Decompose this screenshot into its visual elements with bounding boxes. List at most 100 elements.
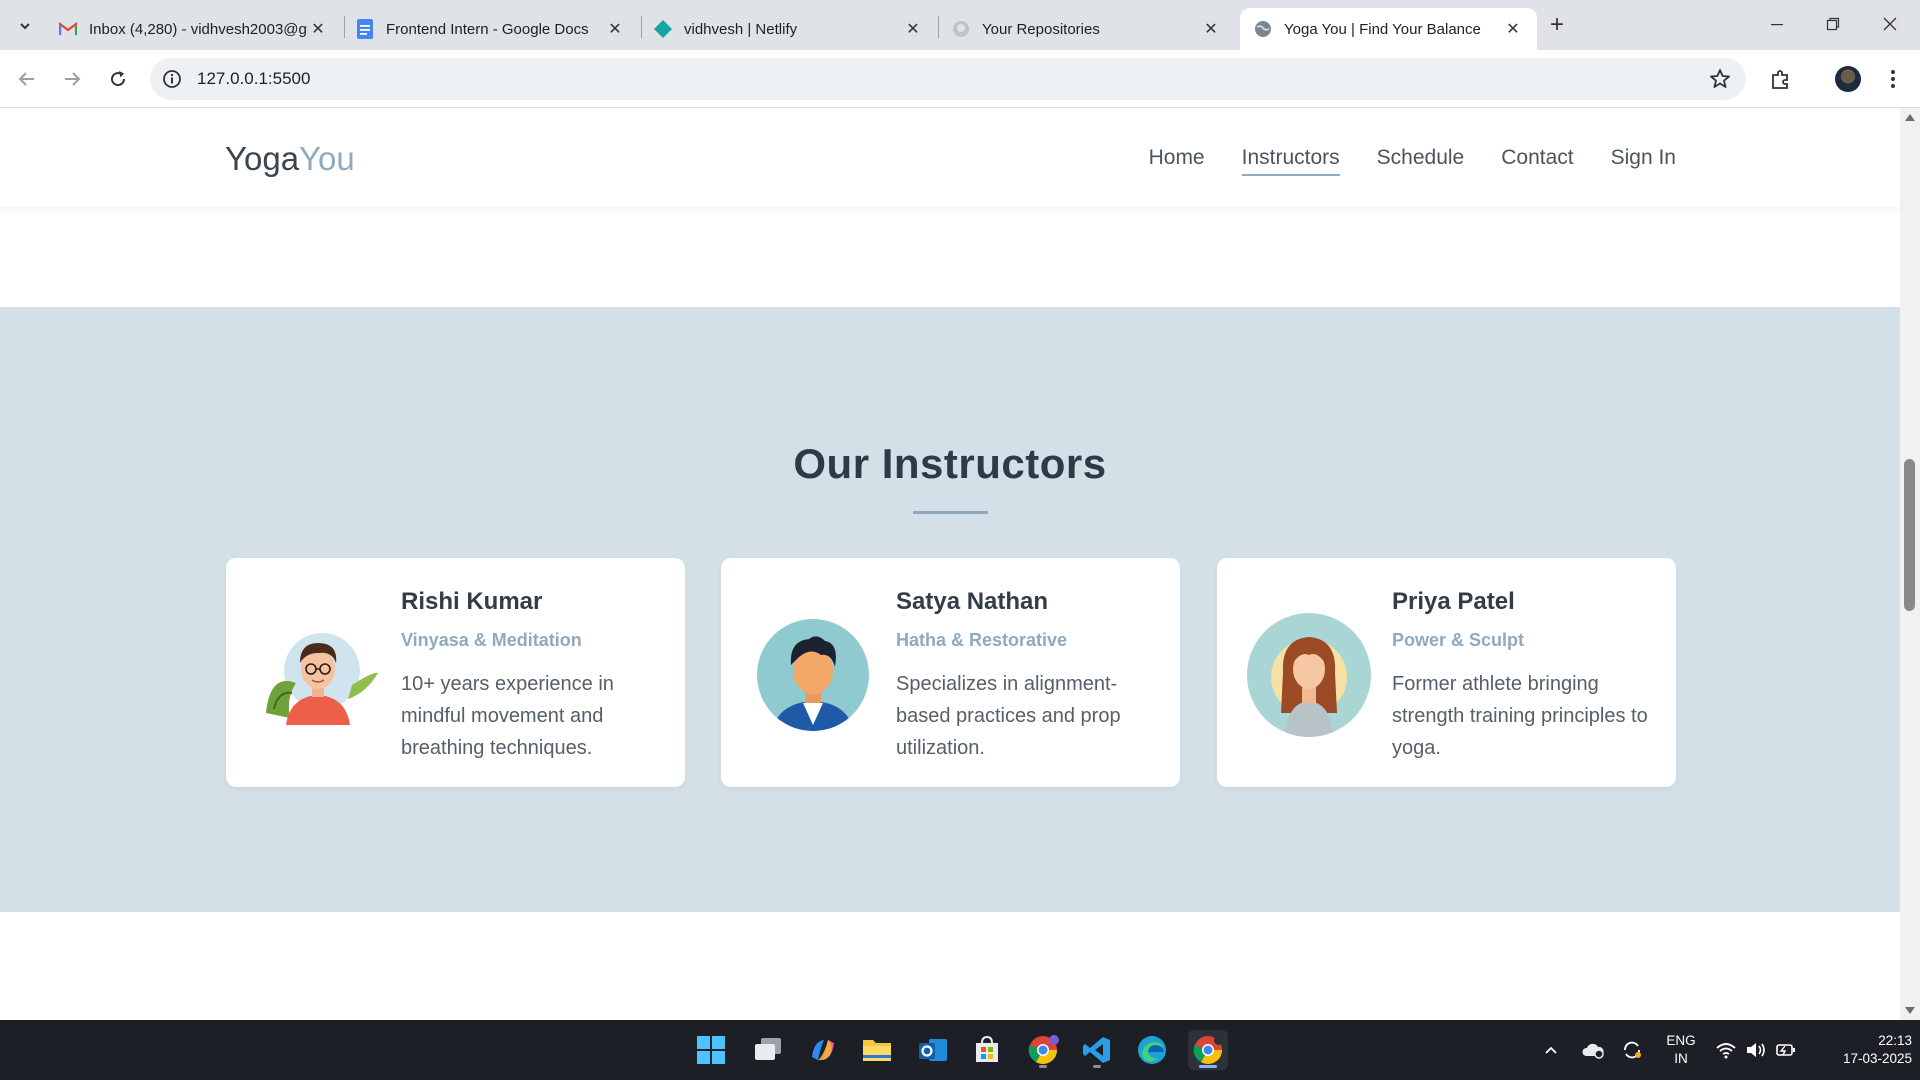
instructor-card: Rishi Kumar Vinyasa & Meditation 10+ yea… — [226, 558, 685, 787]
scroll-down-arrow-icon[interactable] — [1904, 1004, 1916, 1016]
nav-link-instructors[interactable]: Instructors — [1241, 146, 1340, 176]
cloud-sync-icon — [1582, 1043, 1604, 1059]
site-header: YogaYou Home Instructors Schedule Contac… — [0, 108, 1900, 207]
nav-link-schedule[interactable]: Schedule — [1377, 146, 1465, 176]
instructor-name: Priya Patel — [1392, 588, 1515, 615]
gmail-icon — [59, 20, 77, 38]
instructor-card: Priya Patel Power & Sculpt Former athlet… — [1217, 558, 1676, 787]
edge-button[interactable] — [1132, 1030, 1172, 1070]
show-hidden-icons-button[interactable] — [1543, 1020, 1559, 1080]
chrome-active-icon — [1193, 1035, 1224, 1064]
instructor-avatar-illustration — [757, 619, 869, 731]
restore-button[interactable] — [1805, 0, 1861, 48]
update-tray-button[interactable] — [1621, 1020, 1643, 1080]
url-text[interactable]: 127.0.0.1:5500 — [197, 69, 310, 89]
scrollbar-thumb[interactable] — [1904, 459, 1915, 611]
tab-google-docs[interactable]: Frontend Intern - Google Docs ✕ — [342, 8, 639, 50]
clock-date: 17-03-2025 — [1842, 1051, 1912, 1066]
nav-link-contact[interactable]: Contact — [1501, 146, 1573, 176]
close-window-button[interactable] — [1862, 0, 1918, 48]
section-divider — [913, 511, 988, 514]
back-button[interactable] — [12, 64, 42, 94]
tab-search-button[interactable] — [10, 11, 40, 41]
battery-charging-icon — [1776, 1044, 1795, 1056]
browser-menu-button[interactable] — [1880, 66, 1906, 92]
edge-icon — [1138, 1036, 1166, 1064]
scroll-up-arrow-icon[interactable] — [1904, 112, 1916, 124]
nav-link-home[interactable]: Home — [1149, 146, 1205, 176]
close-icon — [1883, 17, 1897, 31]
close-icon[interactable]: ✕ — [1503, 19, 1523, 39]
reload-icon — [111, 71, 126, 87]
address-bar[interactable]: 127.0.0.1:5500 — [150, 58, 1746, 100]
forward-button[interactable] — [57, 64, 87, 94]
windows-taskbar: ENG IN 22:13 17-03-2025 — [0, 1020, 1920, 1080]
copilot-icon — [812, 1040, 834, 1061]
page-viewport: YogaYou Home Instructors Schedule Contac… — [0, 108, 1900, 1020]
main-nav: Home Instructors Schedule Contact Sign I… — [1149, 146, 1676, 176]
network-button[interactable] — [1715, 1020, 1737, 1080]
close-icon[interactable]: ✕ — [605, 19, 625, 39]
minimize-button[interactable] — [1749, 0, 1805, 48]
vscode-icon — [1083, 1037, 1110, 1063]
task-view-button[interactable] — [748, 1030, 788, 1070]
tab-yoga-you[interactable]: Yoga You | Find Your Balance ✕ — [1240, 8, 1537, 50]
logo-accent-text: You — [299, 140, 355, 177]
running-indicator — [1093, 1065, 1101, 1068]
reload-button[interactable] — [103, 64, 133, 94]
site-info-icon[interactable] — [162, 69, 182, 89]
region-code: IN — [1674, 1051, 1688, 1066]
running-indicator — [1039, 1065, 1047, 1068]
chevron-down-icon — [20, 23, 30, 30]
new-tab-button[interactable]: + — [1543, 11, 1571, 39]
microsoft-store-button[interactable] — [967, 1030, 1007, 1070]
copilot-button[interactable] — [803, 1030, 843, 1070]
tab-netlify[interactable]: vidhvesh | Netlify ✕ — [640, 8, 937, 50]
github-icon — [952, 20, 970, 38]
outlook-icon — [919, 1039, 947, 1061]
tab-gmail[interactable]: Inbox (4,280) - vidhvesh2003@gmail.com ✕ — [45, 8, 342, 50]
wifi-icon — [1716, 1043, 1736, 1059]
language-indicator[interactable]: ENG IN — [1660, 1032, 1702, 1068]
speaker-icon — [1747, 1043, 1765, 1057]
chrome-icon — [1028, 1035, 1059, 1064]
volume-button[interactable] — [1745, 1020, 1767, 1080]
browser-toolbar: 127.0.0.1:5500 — [0, 50, 1920, 108]
tab-title: Your Repositories — [982, 20, 1100, 38]
instructor-specialty: Power & Sculpt — [1392, 630, 1525, 650]
instructor-avatar-illustration — [266, 633, 378, 725]
tab-github[interactable]: Your Repositories ✕ — [938, 8, 1235, 50]
instructors-section: Our Instructors Rishi Kumar Vinyasa & Me… — [0, 307, 1900, 912]
site-logo[interactable]: YogaYou — [225, 140, 355, 178]
instructor-specialty: Hatha & Restorative — [896, 630, 1068, 650]
onedrive-tray-button[interactable] — [1581, 1020, 1605, 1080]
profile-avatar[interactable] — [1835, 66, 1861, 92]
language-code: ENG — [1666, 1033, 1696, 1048]
close-icon[interactable]: ✕ — [1201, 19, 1221, 39]
tab-title: Yoga You | Find Your Balance — [1284, 20, 1481, 38]
tab-title: vidhvesh | Netlify — [684, 20, 798, 38]
extensions-button[interactable] — [1768, 66, 1794, 92]
clock[interactable]: 22:13 17-03-2025 — [1812, 1032, 1912, 1068]
battery-button[interactable] — [1775, 1020, 1797, 1080]
close-icon[interactable]: ✕ — [308, 19, 328, 39]
instructor-name: Rishi Kumar — [401, 588, 543, 615]
close-icon[interactable]: ✕ — [903, 19, 923, 39]
outlook-button[interactable] — [913, 1030, 953, 1070]
instructor-card: Satya Nathan Hatha & Restorative Special… — [721, 558, 1180, 787]
instructor-bio: Specializes in alignment-based practices… — [896, 673, 1121, 759]
chrome-profile-button[interactable] — [1023, 1030, 1063, 1070]
plus-icon: + — [1549, 11, 1564, 38]
windows-start-button[interactable] — [691, 1030, 731, 1070]
section-title: Our Instructors — [793, 440, 1107, 487]
chrome-button[interactable] — [1188, 1030, 1228, 1070]
google-docs-icon — [356, 19, 374, 39]
instructor-avatar-illustration — [1247, 613, 1371, 737]
microsoft-store-icon — [976, 1035, 998, 1062]
vscode-button[interactable] — [1077, 1030, 1117, 1070]
nav-link-sign-in[interactable]: Sign In — [1611, 146, 1676, 176]
chevron-up-icon — [1545, 1046, 1557, 1054]
file-explorer-button[interactable] — [857, 1030, 897, 1070]
running-indicator — [1199, 1065, 1217, 1068]
bookmark-star-icon[interactable] — [1708, 67, 1732, 91]
